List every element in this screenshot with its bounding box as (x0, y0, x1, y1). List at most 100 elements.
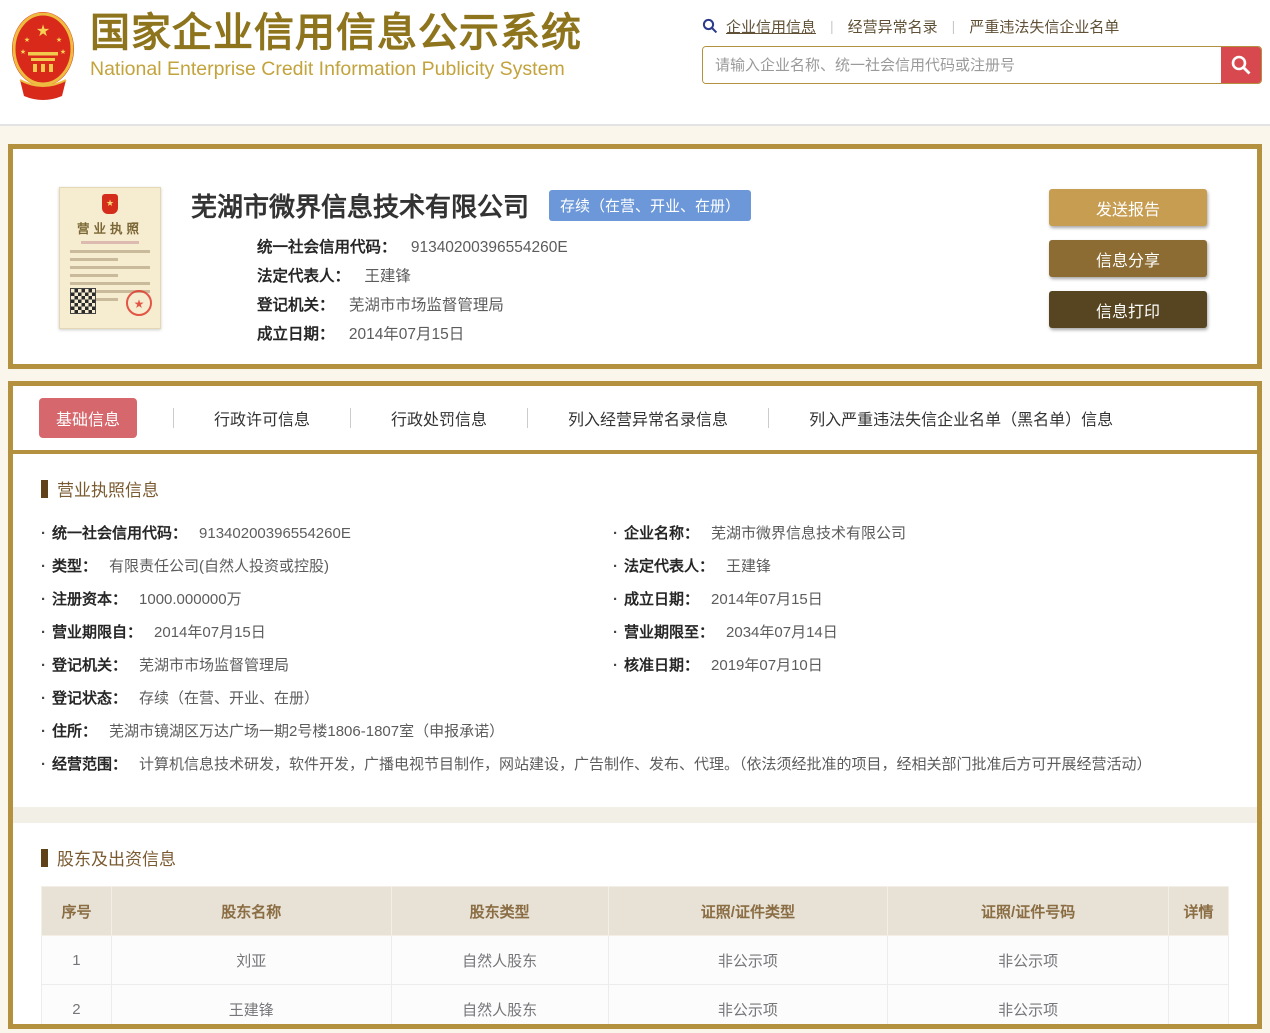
license-emblem-icon: ★ (102, 194, 118, 214)
field-row: 类型： 有限责任公司(自然人投资或控股) (41, 550, 613, 583)
field-row: 成立日期： 2014年07月15日 (613, 583, 1229, 616)
tab-abnormal-operations-list[interactable]: 列入经营异常名录信息 (564, 398, 732, 438)
table-header-row: 序号 股东名称 股东类型 证照/证件类型 证照/证件号码 详情 (41, 886, 1229, 936)
tab-blacklist[interactable]: 列入严重违法失信企业名单（黑名单）信息 (805, 398, 1117, 438)
field-row: 企业名称： 芜湖市微界信息技术有限公司 (613, 517, 1229, 550)
field-label: 经营范围： (52, 756, 128, 773)
shareholders-panel: 股东及出资信息 序号 股东名称 股东类型 证照/证件类型 证照/证件号码 详情 … (13, 823, 1257, 1024)
search-bar (702, 46, 1262, 84)
field-row: 登记机关： 芜湖市市场监督管理局 (257, 296, 751, 316)
site-title: 国家企业信用信息公示系统 (90, 11, 582, 55)
cell-cert-type: 非公示项 (607, 935, 889, 985)
column-header-cert-number: 证照/证件号码 (887, 886, 1169, 936)
svg-text:★: ★ (24, 36, 30, 44)
field-value: 存续（在营、开业、在册） (139, 690, 320, 707)
field-label: 法定代表人： (257, 268, 351, 286)
share-info-button[interactable]: 信息分享 (1049, 240, 1207, 277)
column-header-detail: 详情 (1168, 886, 1229, 936)
field-row: 成立日期： 2014年07月15日 (257, 325, 751, 345)
field-value: 2014年07月15日 (348, 326, 465, 344)
shareholders-table: 序号 股东名称 股东类型 证照/证件类型 证照/证件号码 详情 1 刘亚 自然人… (41, 886, 1229, 1024)
field-value: 2019年07月10日 (711, 657, 823, 674)
search-button[interactable] (1221, 47, 1261, 83)
search-input[interactable] (703, 47, 1221, 83)
field-row: 登记机关： 芜湖市市场监督管理局 (41, 649, 613, 682)
field-label: 企业名称： (624, 525, 700, 542)
column-header-seq: 序号 (41, 886, 112, 936)
field-value: 芜湖市镜湖区万达广场一期2号楼1806-1807室（申报承诺） (109, 723, 505, 740)
company-name: 芜湖市微界信息技术有限公司 (191, 192, 530, 222)
business-license-image: ★ 营业执照 ★ (59, 187, 161, 329)
field-row: 住所： 芜湖市镜湖区万达广场一期2号楼1806-1807室（申报承诺） (41, 715, 1229, 748)
cell-cert-type: 非公示项 (607, 984, 889, 1024)
send-report-button[interactable]: 发送报告 (1049, 189, 1207, 226)
field-value: 1000.000000万 (139, 591, 242, 608)
field-label: 营业期限至： (624, 624, 715, 641)
field-value: 芜湖市市场监督管理局 (348, 297, 504, 315)
field-label: 登记机关： (52, 657, 128, 674)
cell-shareholder-name: 王建锋 (110, 984, 392, 1024)
section-title-license: 营业执照信息 (41, 476, 1229, 501)
nav-separator: | (951, 18, 956, 34)
field-row: 统一社会信用代码： 91340200396554260E (257, 238, 751, 258)
field-row: 法定代表人： 王建锋 (613, 550, 1229, 583)
field-label: 类型： (52, 558, 98, 575)
field-value: 王建锋 (726, 558, 772, 575)
card-actions: 发送报告 信息分享 信息打印 (1049, 189, 1207, 342)
site-header: ★ ★ ★ ★ ★ 国家企业信用信息公示系统 National Enterpri… (0, 0, 1270, 126)
field-value: 2014年07月15日 (711, 591, 823, 608)
section-title-shareholders: 股东及出资信息 (41, 845, 1229, 870)
field-label: 注册资本： (52, 591, 128, 608)
cell-seq: 1 (41, 935, 112, 985)
print-info-button[interactable]: 信息打印 (1049, 291, 1207, 328)
field-value: 91340200396554260E (410, 239, 568, 256)
tab-administrative-penalty[interactable]: 行政处罚信息 (387, 398, 491, 438)
field-value: 计算机信息技术研发，软件开发，广播电视节目制作，网站建设，广告制作、发布、代理。… (139, 756, 1152, 773)
svg-text:★: ★ (60, 48, 66, 56)
nav-link-enterprise-credit[interactable]: 企业信用信息 (726, 16, 816, 37)
svg-text:★: ★ (36, 23, 50, 40)
field-label: 统一社会信用代码： (257, 239, 397, 256)
nav-link-abnormal-operations[interactable]: 经营异常名录 (848, 16, 938, 37)
svg-text:★: ★ (56, 36, 62, 44)
column-header-shareholder-name: 股东名称 (110, 886, 392, 936)
field-value: 芜湖市市场监督管理局 (139, 657, 290, 674)
license-info-panel: 营业执照信息 统一社会信用代码： 91340200396554260E 企业名称：… (13, 454, 1257, 807)
table-row: 1 刘亚 自然人股东 非公示项 非公示项 (41, 935, 1229, 985)
license-thumb-title: 营业执照 (76, 222, 143, 236)
field-row: 法定代表人： 王建锋 (257, 267, 751, 287)
license-red-stamp: ★ (126, 290, 152, 316)
status-badge: 存续（在营、开业、在册） (549, 190, 752, 221)
detail-card: 基础信息 行政许可信息 行政处罚信息 列入经营异常名录信息 列入严重违法失信企业… (8, 381, 1262, 1029)
top-nav: 企业信用信息 | 经营异常名录 | 严重违法失信企业名单 (702, 14, 1262, 38)
tab-basic-info[interactable]: 基础信息 (39, 398, 138, 438)
cell-cert-number: 非公示项 (887, 984, 1169, 1024)
field-value: 王建锋 (364, 268, 411, 286)
section-bar-icon (41, 848, 48, 867)
field-label: 登记状态： (52, 690, 128, 707)
tab-bar: 基础信息 行政许可信息 行政处罚信息 列入经营异常名录信息 列入严重违法失信企业… (13, 386, 1257, 454)
section-bar-icon (41, 479, 48, 498)
field-row: 经营范围： 计算机信息技术研发，软件开发，广播电视节目制作，网站建设，广告制作、发… (41, 748, 1229, 781)
column-header-shareholder-type: 股东类型 (390, 886, 609, 936)
field-row: 营业期限自： 2014年07月15日 (41, 616, 613, 649)
column-header-cert-type: 证照/证件类型 (607, 886, 889, 936)
tab-administrative-licensing[interactable]: 行政许可信息 (210, 398, 314, 438)
field-value: 2014年07月15日 (154, 624, 266, 641)
field-row: 注册资本： 1000.000000万 (41, 583, 613, 616)
field-value: 91340200396554260E (199, 525, 351, 542)
table-row: 2 王建锋 自然人股东 非公示项 非公示项 (41, 984, 1229, 1024)
field-row: 营业期限至： 2034年07月14日 (613, 616, 1229, 649)
field-value: 2034年07月14日 (726, 624, 838, 641)
nav-link-serious-violations[interactable]: 严重违法失信企业名单 (969, 16, 1119, 37)
cell-shareholder-name: 刘亚 (110, 935, 392, 985)
field-label: 营业期限自： (52, 624, 143, 641)
search-icon (1231, 55, 1251, 75)
nav-separator: | (830, 18, 834, 34)
site-subtitle: National Enterprise Credit Information P… (90, 58, 565, 80)
cell-detail (1168, 984, 1229, 1024)
field-value: 有限责任公司(自然人投资或控股) (109, 558, 330, 575)
field-label: 法定代表人： (624, 558, 715, 575)
cell-shareholder-type: 自然人股东 (390, 935, 609, 985)
field-label: 成立日期： (624, 591, 700, 608)
